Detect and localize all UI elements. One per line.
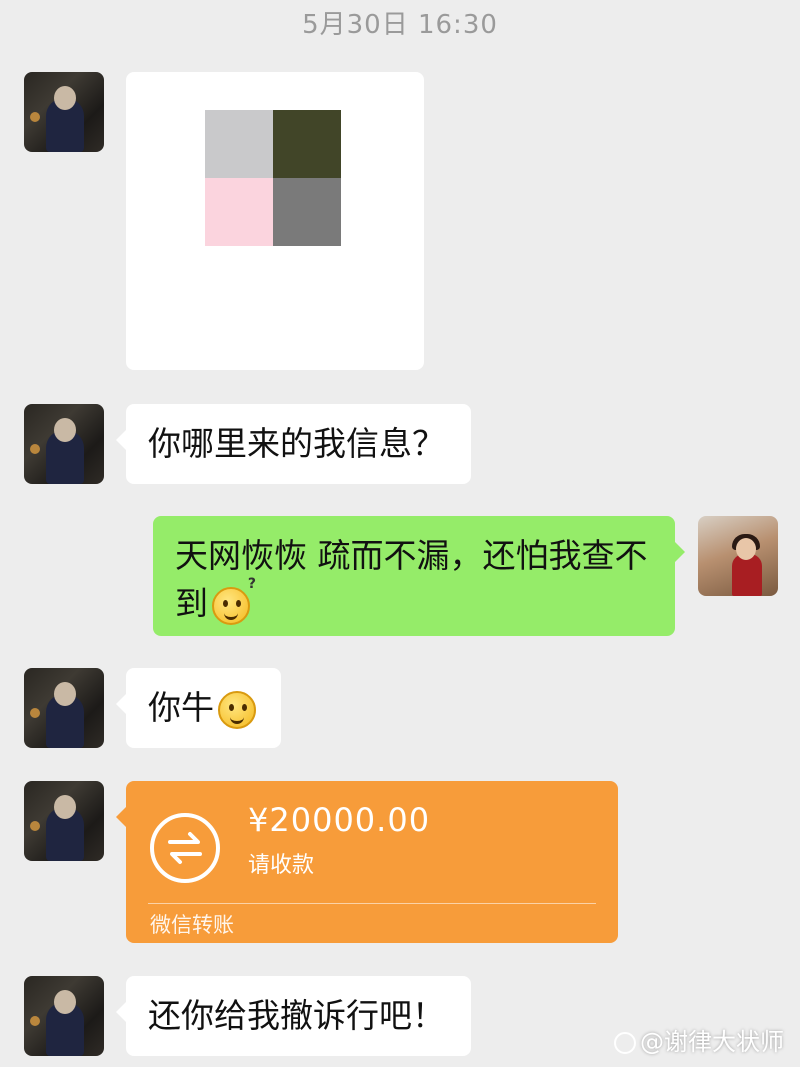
message-text: 还你给我撤诉行吧！	[148, 996, 445, 1035]
divider	[148, 903, 596, 904]
message-text: 你哪里来的我信息？	[148, 424, 445, 463]
text-message[interactable]: 你牛	[116, 668, 281, 748]
text-message-sent[interactable]: 天网恢恢 疏而不漏，还怕我查不到 ?	[153, 516, 685, 636]
message-text: 你牛	[148, 688, 214, 727]
money-transfer-card[interactable]: ¥20000.00 请收款 微信转账	[116, 781, 618, 943]
contact-avatar[interactable]	[24, 72, 104, 152]
paw-icon	[614, 1032, 636, 1054]
transfer-arrows-icon	[150, 813, 220, 883]
transfer-amount: ¥20000.00	[248, 801, 431, 839]
message-timestamp: 5月30日 16:30	[302, 10, 498, 40]
thinking-emoji-icon: ?	[212, 577, 256, 625]
contact-avatar[interactable]	[24, 404, 104, 484]
transfer-label: 微信转账	[150, 913, 234, 937]
contact-avatar[interactable]	[24, 781, 104, 861]
contact-avatar[interactable]	[24, 976, 104, 1056]
watermark-text: @谢律大状师	[640, 1028, 784, 1056]
my-avatar[interactable]	[698, 516, 778, 596]
transfer-status: 请收款	[248, 853, 315, 878]
smile-emoji-icon	[218, 690, 256, 729]
text-message[interactable]: 你哪里来的我信息？	[116, 404, 471, 484]
text-message[interactable]: 还你给我撤诉行吧！	[116, 976, 471, 1056]
watermark: @谢律大状师	[614, 1022, 784, 1057]
pixelated-image[interactable]	[205, 110, 341, 246]
contact-avatar[interactable]	[24, 668, 104, 748]
